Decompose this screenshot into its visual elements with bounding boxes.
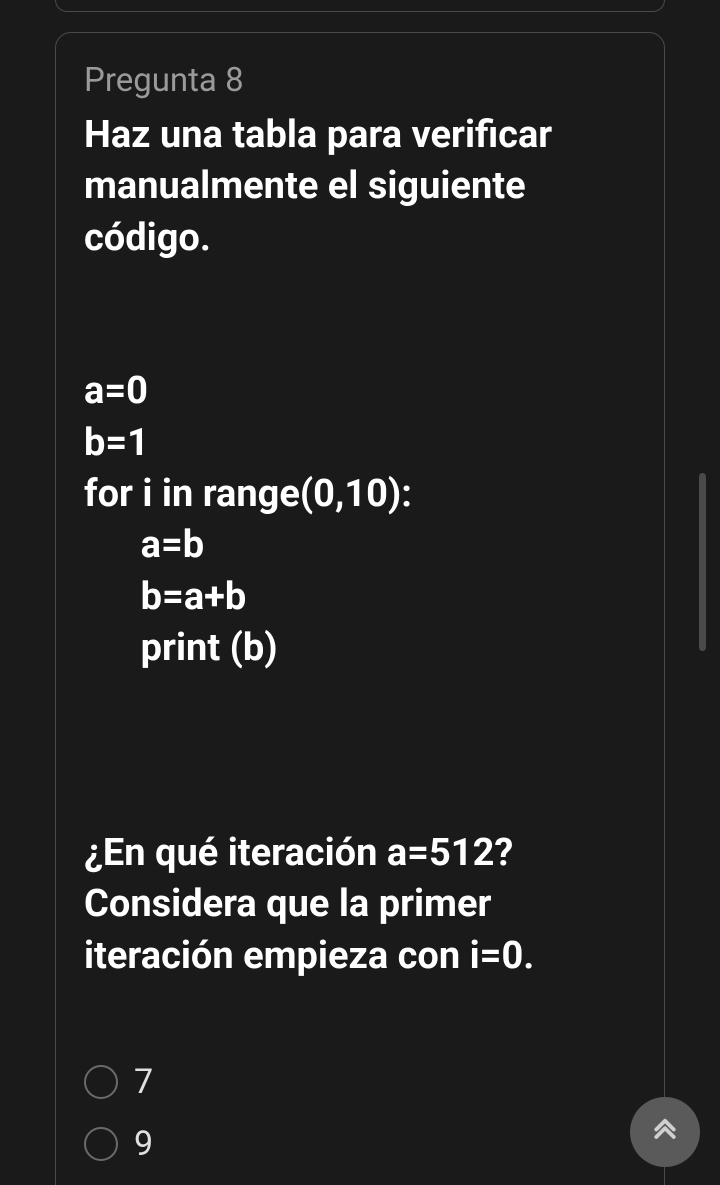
scroll-to-top-button[interactable] (630, 1097, 700, 1167)
scrollbar-track (699, 0, 706, 1185)
option-row[interactable]: 9 (84, 1124, 636, 1164)
question-card: Pregunta 8 Haz una tabla para verificar … (55, 32, 665, 1185)
option-row[interactable]: 7 (84, 1062, 636, 1102)
scrollbar-thumb[interactable] (699, 473, 706, 651)
question-followup: ¿En qué iteración a=512? Considera que l… (84, 831, 534, 978)
radio-button[interactable] (84, 1127, 118, 1161)
code-line: b=a+b (84, 575, 246, 619)
question-intro: Haz una tabla para verificar manualmente… (84, 113, 562, 260)
radio-button[interactable] (84, 1065, 118, 1099)
option-label: 7 (134, 1062, 153, 1102)
code-line: b=1 (84, 421, 149, 465)
question-number-label: Pregunta 8 (84, 61, 636, 100)
option-label: 9 (134, 1124, 153, 1164)
question-prompt: Haz una tabla para verificar manualmente… (84, 110, 636, 982)
code-line: for i in range(0,10): (84, 472, 412, 516)
content-area: Pregunta 8 Haz una tabla para verificar … (0, 0, 720, 1185)
code-line: a=0 (84, 369, 148, 413)
chevron-up-double-icon (650, 1117, 680, 1147)
options-list: 7 9 8 (84, 1062, 636, 1185)
code-line: print (b) (84, 626, 278, 670)
previous-card-bottom (55, 0, 665, 12)
code-line: a=b (84, 523, 204, 567)
